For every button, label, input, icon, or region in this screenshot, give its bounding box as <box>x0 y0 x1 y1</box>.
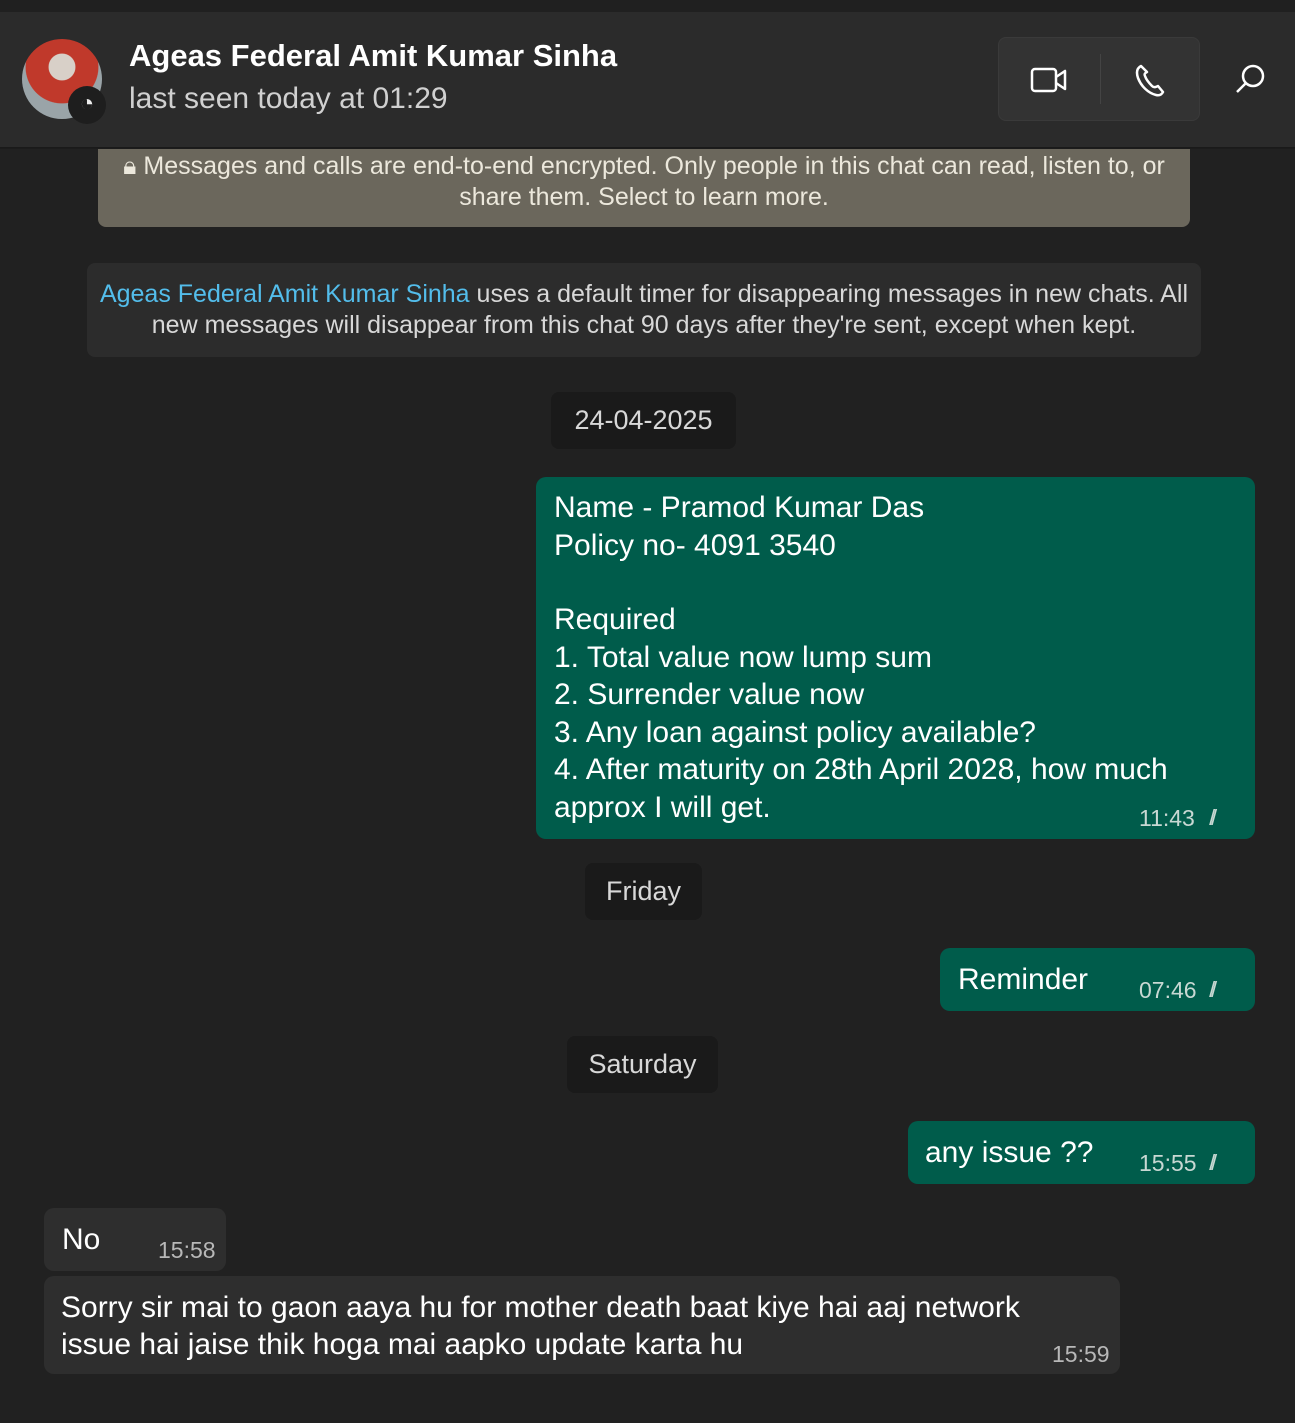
message-line: 3. Any loan against policy available? <box>554 715 1036 749</box>
phone-icon <box>1135 64 1165 97</box>
chat-header[interactable]: ◔ Ageas Federal Amit Kumar Sinha last se… <box>0 12 1295 148</box>
message-bubble-outgoing[interactable]: Reminder 07:46 // <box>940 948 1255 1011</box>
title-strip <box>0 0 1295 12</box>
message-line: Name - Pramod Kumar Das <box>554 491 925 524</box>
message-bubble-outgoing[interactable]: Name - Pramod Kumar Das Policy no- 4091 … <box>536 477 1255 839</box>
last-seen-status: last seen today at 01:29 <box>129 82 448 115</box>
message-time: 07:46 <box>1139 977 1197 1003</box>
message-time: 15:55 <box>1139 1150 1197 1176</box>
message-text: No <box>62 1223 101 1256</box>
message-bubble-outgoing[interactable]: any issue ?? 15:55 // <box>908 1121 1255 1184</box>
date-separator: Saturday <box>567 1036 718 1093</box>
message-line: 4. After maturity on 28th April 2028, ho… <box>554 753 1168 786</box>
message-line: 2. Surrender value now <box>554 678 865 711</box>
message-time: 11:43 <box>1139 805 1195 831</box>
encryption-notice[interactable]: 🔒︎ Messages and calls are end-to-end enc… <box>98 149 1190 227</box>
disappearing-messages-notice: Ageas Federal Amit Kumar Sinha uses a de… <box>87 263 1201 357</box>
lock-icon: 🔒︎ <box>123 152 144 180</box>
message-text: any issue ?? <box>925 1136 1094 1169</box>
message-time: 15:59 <box>1052 1341 1110 1367</box>
message-line: Required <box>554 603 676 636</box>
video-camera-icon <box>1030 67 1067 93</box>
voice-call-button[interactable] <box>1100 38 1200 122</box>
message-line: approx I will get. <box>554 790 771 824</box>
message-time: 15:58 <box>158 1237 216 1263</box>
disappearing-timer-icon: ◔ <box>68 86 106 124</box>
message-bubble-incoming[interactable]: Sorry sir mai to gaon aaya hu for mother… <box>44 1276 1120 1374</box>
message-text: Reminder <box>958 963 1089 996</box>
search-icon <box>1236 64 1265 93</box>
date-separator: Friday <box>585 863 702 920</box>
message-line: Policy no- 4091 3540 <box>554 528 836 562</box>
search-button[interactable] <box>1225 59 1275 99</box>
message-bubble-incoming[interactable]: No 15:58 <box>44 1208 226 1271</box>
call-buttons <box>998 37 1200 121</box>
message-line: 1. Total value now lump sum <box>554 640 932 674</box>
contact-name[interactable]: Ageas Federal Amit Kumar Sinha <box>129 38 617 74</box>
video-call-button[interactable] <box>999 38 1099 122</box>
message-line: issue hai jaise thik hoga mai aapko upda… <box>61 1328 744 1361</box>
message-list[interactable]: 🔒︎ Messages and calls are end-to-end enc… <box>0 149 1295 1423</box>
date-separator: 24-04-2025 <box>551 392 736 449</box>
contact-link[interactable]: Ageas Federal Amit Kumar Sinha <box>100 280 470 308</box>
message-line: Sorry sir mai to gaon aaya hu for mother… <box>61 1291 1020 1324</box>
